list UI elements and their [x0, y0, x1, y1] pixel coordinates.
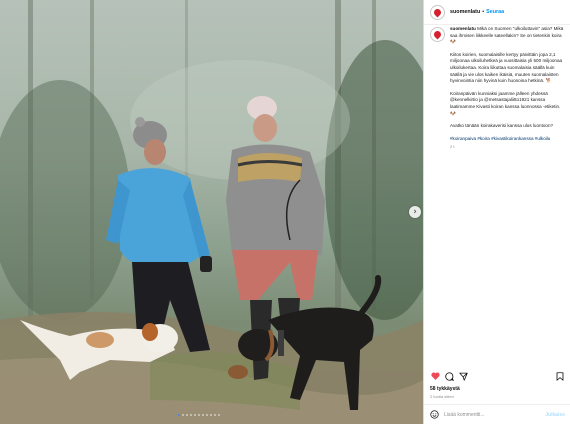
carousel-dot [194, 414, 196, 416]
photo-scene [0, 0, 423, 424]
carousel-dot [218, 414, 220, 416]
emoji-icon[interactable] [430, 406, 439, 424]
carousel-dot [206, 414, 208, 416]
post-sidebar: suomenlatu • Seuraa suomenlatu Mikä on S… [423, 0, 570, 424]
comment-bar: Lisää kommentti... Julkaise [424, 404, 570, 424]
carousel-dot [214, 414, 216, 416]
carousel-dot [182, 414, 184, 416]
instagram-post: › suomenlatu • Seuraa suomenlatu Mikä on… [0, 0, 570, 424]
caption-paragraph-1: suomenlatu Mikä on Suomen "ulkoiluttavin… [450, 26, 565, 46]
heart-icon[interactable] [430, 371, 440, 381]
caption-username[interactable]: suomenlatu [450, 26, 476, 31]
carousel-dot [178, 414, 180, 416]
suomen-latu-logo-icon [432, 7, 443, 17]
caption-paragraph-2: Kiitos koirien, suomalaisille kertyy päi… [450, 51, 563, 84]
carousel-dot [190, 414, 192, 416]
caption-avatar[interactable] [430, 27, 445, 42]
post-time: 2 tuntia sitten [430, 394, 454, 399]
caption-body: suomenlatu Mikä on Suomen "ulkoiluttavin… [450, 26, 565, 151]
follow-button[interactable]: Seuraa [486, 9, 504, 15]
next-photo-button[interactable]: › [409, 206, 421, 218]
share-icon[interactable] [458, 371, 468, 381]
bookmark-icon[interactable] [555, 371, 565, 381]
caption-paragraph-3: Koiranpäivän kunniaksi jaamme jälleen yh… [450, 90, 561, 116]
carousel-dot [202, 414, 204, 416]
separator: • [482, 9, 485, 15]
avatar[interactable] [430, 4, 445, 20]
caption-timestamp: 2 t [450, 144, 455, 150]
caption-paragraph-4: Avatko tänään koirakaverisi kanssa ulos … [450, 123, 554, 129]
comment-icon[interactable] [444, 371, 454, 381]
comment-input[interactable]: Lisää kommentti... [444, 412, 485, 418]
suomen-latu-logo-icon [432, 29, 443, 40]
like-count[interactable]: 58 tykkäystä [430, 386, 460, 392]
carousel-dot [186, 414, 188, 416]
post-header: suomenlatu • Seuraa [424, 0, 570, 25]
post-photo[interactable]: › [0, 0, 423, 424]
carousel-dot [210, 414, 212, 416]
chevron-right-icon: › [413, 206, 417, 217]
username-link[interactable]: suomenlatu [450, 9, 480, 15]
carousel-dot [198, 414, 200, 416]
carousel-indicator [178, 414, 220, 416]
post-comment-button[interactable]: Julkaise [545, 412, 565, 418]
action-bar [424, 369, 570, 383]
caption: suomenlatu Mikä on Suomen "ulkoiluttavin… [424, 26, 570, 151]
hashtags[interactable]: #koiranpaiva #koira #kivastikoirankanssa… [450, 136, 565, 143]
